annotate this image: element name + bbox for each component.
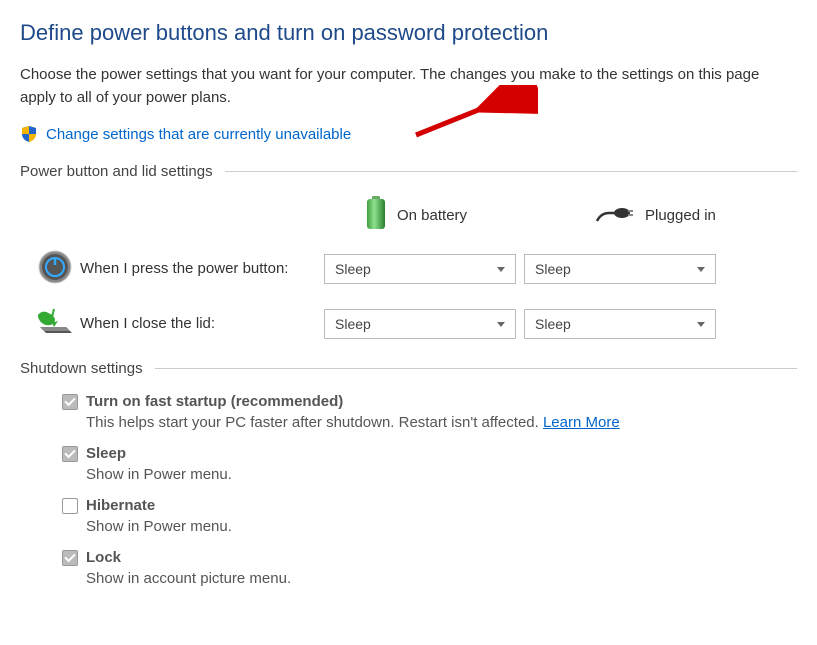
sleep-checkbox[interactable] — [62, 446, 78, 462]
item-label: Sleep — [86, 445, 126, 462]
power-button-plugged-select[interactable]: Sleep — [524, 254, 716, 284]
change-settings-link[interactable]: Change settings that are currently unava… — [46, 126, 351, 143]
power-button-battery-select[interactable]: Sleep — [324, 254, 516, 284]
item-description: Show in account picture menu. — [62, 570, 797, 587]
chevron-down-icon — [497, 322, 505, 327]
column-on-battery: On battery — [365, 196, 595, 234]
power-button-icon — [38, 250, 72, 287]
item-label: Hibernate — [86, 497, 155, 514]
section-power-lid: Power button and lid settings — [20, 163, 797, 180]
chevron-down-icon — [697, 267, 705, 272]
close-lid-battery-select[interactable]: Sleep — [324, 309, 516, 339]
section-label: Shutdown settings — [20, 360, 143, 377]
row-power-button: When I press the power button: Sleep Sle… — [20, 250, 797, 287]
select-value: Sleep — [535, 316, 571, 332]
item-description: Show in Power menu. — [62, 466, 797, 483]
shutdown-sleep: Sleep Show in Power menu. — [20, 445, 797, 483]
columns-header: On battery Plugged in — [20, 196, 797, 234]
battery-icon — [365, 196, 387, 234]
shutdown-hibernate: Hibernate Show in Power menu. — [20, 497, 797, 535]
fast-startup-checkbox[interactable] — [62, 394, 78, 410]
lock-checkbox[interactable] — [62, 550, 78, 566]
uac-link-row[interactable]: Change settings that are currently unava… — [20, 125, 797, 143]
item-label: Turn on fast startup (recommended) — [86, 393, 343, 410]
shield-icon — [20, 125, 38, 143]
select-value: Sleep — [335, 316, 371, 332]
hibernate-checkbox[interactable] — [62, 498, 78, 514]
column-label: Plugged in — [645, 207, 716, 224]
section-label: Power button and lid settings — [20, 163, 213, 180]
page-title: Define power buttons and turn on passwor… — [20, 20, 797, 46]
divider — [155, 368, 797, 369]
chevron-down-icon — [697, 322, 705, 327]
shutdown-fast-startup: Turn on fast startup (recommended) This … — [20, 393, 797, 431]
plug-icon — [595, 203, 635, 227]
row-label: When I close the lid: — [72, 315, 324, 332]
row-label: When I press the power button: — [72, 260, 324, 277]
column-label: On battery — [397, 207, 467, 224]
select-value: Sleep — [335, 261, 371, 277]
row-close-lid: When I close the lid: Sleep Sleep — [20, 307, 797, 340]
item-description: Show in Power menu. — [62, 518, 797, 535]
column-plugged-in: Plugged in — [595, 203, 795, 227]
select-value: Sleep — [535, 261, 571, 277]
item-label: Lock — [86, 549, 121, 566]
learn-more-link[interactable]: Learn More — [543, 414, 620, 431]
item-description: This helps start your PC faster after sh… — [62, 414, 797, 431]
close-lid-icon — [36, 307, 74, 340]
shutdown-lock: Lock Show in account picture menu. — [20, 549, 797, 587]
divider — [225, 171, 797, 172]
page-description: Choose the power settings that you want … — [20, 64, 797, 109]
close-lid-plugged-select[interactable]: Sleep — [524, 309, 716, 339]
section-shutdown: Shutdown settings — [20, 360, 797, 377]
chevron-down-icon — [497, 267, 505, 272]
